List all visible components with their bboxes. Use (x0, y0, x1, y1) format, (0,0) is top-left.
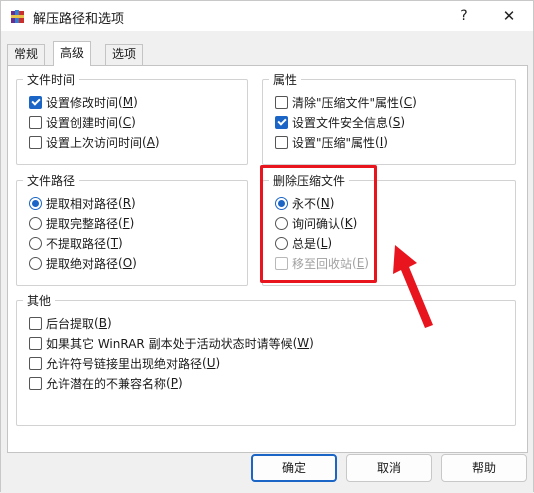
checkbox-label: 允许潜在的不兼容名称 (46, 376, 167, 391)
accelerator-key: W (297, 336, 310, 350)
checkbox-wait-other-winrar[interactable]: 如果其它 WinRAR 副本处于活动状态时请等候(W) (29, 334, 314, 352)
radio-full-path[interactable]: 提取完整路径(F) (29, 214, 134, 232)
checkbox-label: 设置"压缩"属性 (292, 135, 376, 150)
radio-circle[interactable] (29, 216, 42, 230)
tab-options[interactable]: 选项 (105, 44, 144, 65)
checkbox-box[interactable] (275, 115, 288, 129)
radio-label: 提取相对路径 (46, 196, 119, 211)
radio-circle[interactable] (29, 256, 42, 270)
accelerator-key: P (170, 376, 178, 390)
checkbox-box[interactable] (275, 135, 288, 149)
accelerator-key: U (206, 356, 216, 370)
accelerator-key: I (379, 135, 384, 149)
attributes-group: 属性 清除"压缩文件"属性(C) 设置文件安全信息(S) 设置"压缩"属性(I) (262, 71, 516, 165)
attributes-title: 属性 (269, 71, 302, 88)
ok-button[interactable]: 确定 (251, 454, 337, 482)
misc-title: 其他 (23, 292, 56, 309)
checkbox-background-extract[interactable]: 后台提取(B) (29, 314, 112, 332)
accelerator-key: T (110, 236, 119, 250)
radio-label: 不提取路径 (46, 236, 107, 251)
checkbox-label: 设置上次访问时间 (46, 135, 143, 150)
checkbox-box[interactable] (29, 376, 42, 390)
window-title: 解压路径和选项 (33, 12, 125, 27)
checkbox-box[interactable] (29, 336, 42, 350)
radio-circle[interactable] (29, 196, 42, 210)
radio-no-path[interactable]: 不提取路径(T) (29, 234, 123, 252)
accelerator-key: F (122, 216, 130, 230)
checkbox-box[interactable] (29, 95, 42, 109)
file-time-group: 文件时间 设置修改时间(M) 设置创建时间(C) 设置上次访问时间(A) (16, 71, 248, 165)
radio-label: 提取绝对路径 (46, 256, 119, 271)
help-icon[interactable]: ? (445, 4, 483, 28)
radio-circle[interactable] (29, 236, 42, 250)
checkbox-box[interactable] (29, 135, 42, 149)
accelerator-key: A (146, 135, 155, 149)
red-highlight-box (260, 165, 377, 283)
accelerator-key: C (122, 115, 132, 129)
winrar-books-icon (11, 10, 24, 23)
checkbox-box[interactable] (29, 316, 42, 330)
checkbox-label: 如果其它 WinRAR 副本处于活动状态时请等候 (46, 336, 293, 351)
accelerator-key: B (98, 316, 107, 330)
file-path-group: 文件路径 提取相对路径(R) 提取完整路径(F) 不提取路径(T) 提取绝对路径… (16, 172, 248, 286)
radio-relative-path[interactable]: 提取相对路径(R) (29, 194, 136, 212)
title-bar: 解压路径和选项 ? ✕ (1, 1, 533, 31)
checkbox-label: 允许符号链接里出现绝对路径 (46, 356, 203, 371)
checkbox-label: 设置创建时间 (46, 115, 119, 130)
extract-options-dialog: 解压路径和选项 ? ✕ 常规 高级 选项 文件时间 设置修改时间(M) 设置创建… (0, 0, 534, 493)
checkbox-set-compressed-attr[interactable]: 设置"压缩"属性(I) (275, 133, 388, 151)
accelerator-key: C (403, 95, 413, 109)
file-path-title: 文件路径 (23, 172, 80, 189)
tab-advanced[interactable]: 高级 (53, 41, 92, 66)
radio-label: 提取完整路径 (46, 216, 119, 231)
accelerator-key: O (122, 256, 133, 270)
checkbox-set-create-time[interactable]: 设置创建时间(C) (29, 113, 136, 131)
checkbox-set-access-time[interactable]: 设置上次访问时间(A) (29, 133, 160, 151)
file-time-title: 文件时间 (23, 71, 80, 88)
checkbox-set-security-info[interactable]: 设置文件安全信息(S) (275, 113, 405, 131)
checkbox-allow-incompatible-names[interactable]: 允许潜在的不兼容名称(P) (29, 374, 183, 392)
checkbox-set-modify-time[interactable]: 设置修改时间(M) (29, 93, 138, 111)
checkbox-label: 后台提取 (46, 316, 95, 331)
checkbox-label: 清除"压缩文件"属性 (292, 95, 400, 110)
checkbox-allow-absolute-symlinks[interactable]: 允许符号链接里出现绝对路径(U) (29, 354, 220, 372)
red-arrow-icon (393, 245, 433, 328)
help-button[interactable]: 帮助 (441, 454, 527, 482)
accelerator-key: R (122, 196, 132, 210)
checkbox-clear-archive-attr[interactable]: 清除"压缩文件"属性(C) (275, 93, 417, 111)
checkbox-box[interactable] (275, 95, 288, 109)
accelerator-key: M (122, 95, 134, 109)
misc-group: 其他 后台提取(B) 如果其它 WinRAR 副本处于活动状态时请等候(W) 允… (16, 292, 516, 426)
checkbox-label: 设置文件安全信息 (292, 115, 389, 130)
checkbox-box[interactable] (29, 356, 42, 370)
accelerator-key: S (392, 115, 401, 129)
checkbox-label: 设置修改时间 (46, 95, 119, 110)
checkbox-box[interactable] (29, 115, 42, 129)
close-icon[interactable]: ✕ (489, 4, 529, 28)
tab-general[interactable]: 常规 (7, 44, 46, 65)
radio-absolute-path[interactable]: 提取绝对路径(O) (29, 254, 137, 272)
cancel-button[interactable]: 取消 (346, 454, 432, 482)
